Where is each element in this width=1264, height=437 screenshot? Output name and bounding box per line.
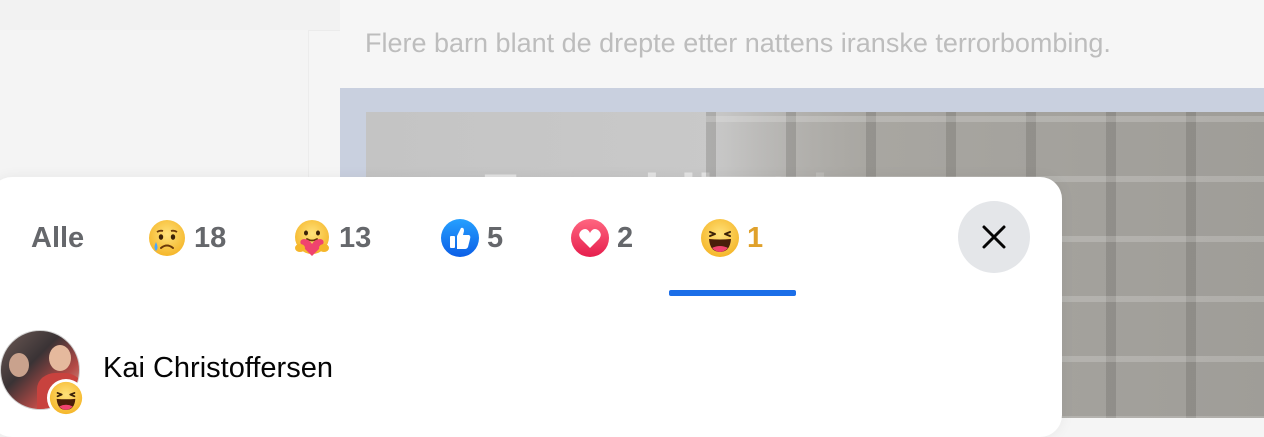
tab-care[interactable]: 13 — [292, 216, 371, 260]
tab-sad[interactable]: 18 — [147, 216, 226, 260]
tab-all[interactable]: Alle — [31, 216, 84, 260]
close-icon — [982, 225, 1006, 249]
tab-like-count: 5 — [487, 221, 504, 254]
like-thumb-icon — [441, 219, 479, 257]
tab-all-label: Alle — [31, 221, 85, 254]
love-heart-icon — [571, 219, 609, 257]
tab-care-count: 13 — [339, 221, 372, 254]
sad-cry-icon — [149, 220, 185, 256]
tab-like[interactable]: 5 — [440, 216, 503, 260]
reactor-name[interactable]: Kai Christoffersen — [103, 352, 333, 385]
tab-sad-count: 18 — [194, 221, 227, 254]
tab-haha-count: 1 — [747, 221, 764, 254]
haha-laugh-icon — [701, 219, 739, 257]
tab-haha[interactable]: 1 — [700, 216, 763, 260]
care-hug-icon — [295, 220, 329, 256]
haha-laugh-icon — [49, 381, 83, 415]
close-button[interactable] — [958, 201, 1030, 273]
tab-love[interactable]: 2 — [570, 216, 633, 260]
active-tab-indicator — [669, 290, 796, 296]
post-text: Flere barn blant de drepte etter nattens… — [365, 28, 1111, 58]
tab-love-count: 2 — [617, 221, 634, 254]
reaction-badge — [47, 379, 85, 417]
